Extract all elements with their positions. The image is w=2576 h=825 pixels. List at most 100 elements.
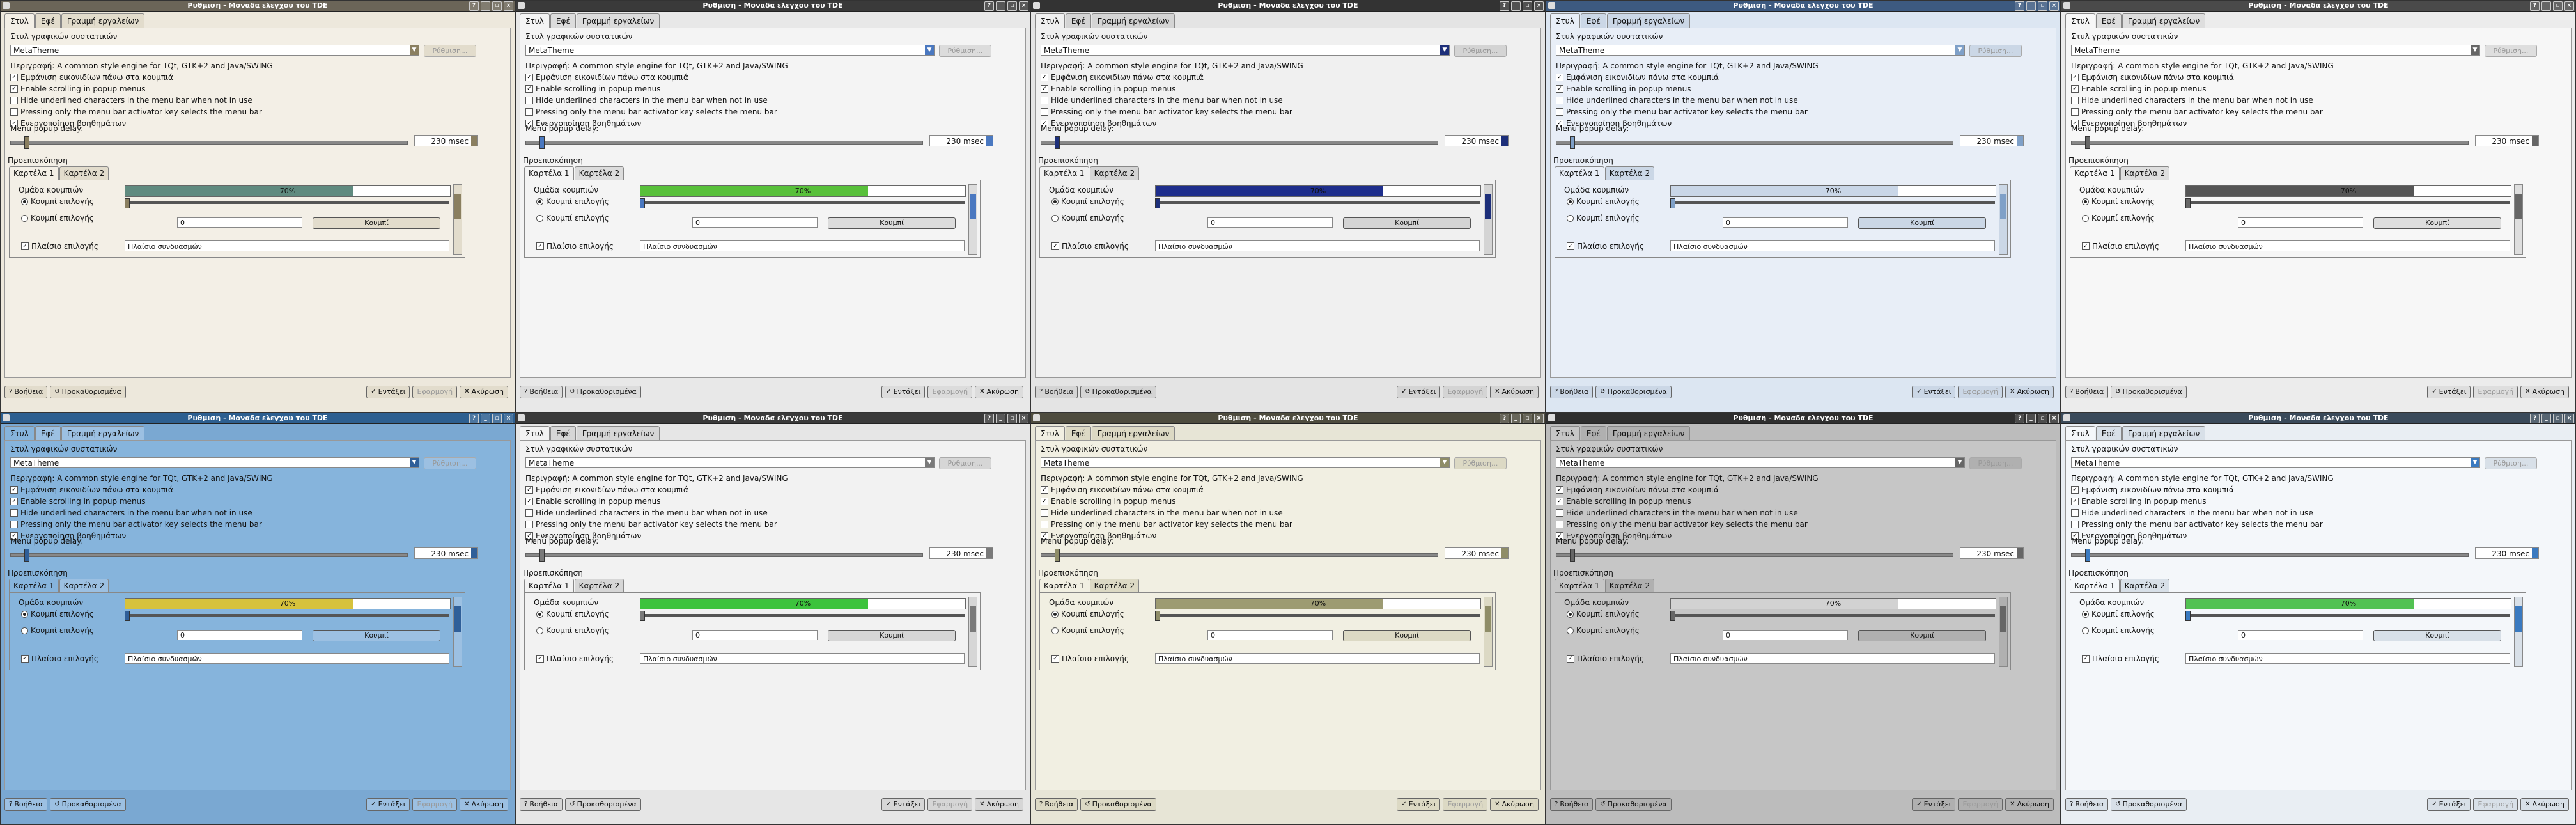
option-icons-on-buttons[interactable]: ✓ Εμφάνιση εικονιδίων πάνω στα κουμπιά	[10, 73, 173, 82]
tab-toolbar[interactable]: Γραμμή εργαλείων	[61, 13, 145, 28]
preview-button[interactable]: Κουμπί	[313, 217, 440, 229]
preview-slider[interactable]	[125, 201, 449, 204]
help-button[interactable]: ? Βοήθεια	[4, 798, 48, 811]
tab-style[interactable]: Στυλ	[1035, 13, 1065, 28]
preview-checkbox[interactable]: ✓ Πλαίσιο επιλογής	[536, 654, 614, 663]
option-icons-on-buttons[interactable]: ✓ Εμφάνιση εικονιδίων πάνω στα κουμπιά	[1556, 73, 1719, 82]
tab-toolbar[interactable]: Γραμμή εργαλείων	[1606, 13, 1691, 28]
spin-arrows-icon[interactable]	[1501, 136, 1508, 146]
configure-button[interactable]: Ρύθμιση...	[424, 45, 476, 57]
menu-delay-slider[interactable]	[2071, 553, 2469, 557]
tab-toolbar[interactable]: Γραμμή εργαλείων	[576, 13, 660, 28]
preview-radio-1[interactable]: Κουμπί επιλογής	[1567, 609, 1640, 618]
preview-slider[interactable]	[1155, 201, 1480, 204]
option-popup-scrolling[interactable]: ✓ Enable scrolling in popup menus	[2071, 497, 2207, 506]
preview-tab-1[interactable]: Καρτέλα 1	[1555, 579, 1604, 592]
tab-toolbar[interactable]: Γραμμή εργαλείων	[576, 426, 660, 441]
preview-slider[interactable]	[2185, 614, 2510, 617]
scrollbar-thumb[interactable]	[2515, 606, 2522, 632]
window-titlebar[interactable]: Ρυθμιση - Μοναδα ελεγχου του TDE ? _ ▫ ×	[2061, 1, 2575, 12]
preview-tab-2[interactable]: Καρτέλα 2	[2120, 166, 2170, 180]
preview-slider[interactable]	[640, 614, 965, 617]
option-hide-underlines[interactable]: Hide underlined characters in the menu b…	[1556, 96, 1798, 105]
tab-toolbar[interactable]: Γραμμή εργαλείων	[2122, 13, 2206, 28]
preview-radio-2[interactable]: Κουμπί επιλογής	[536, 626, 609, 635]
tab-effects[interactable]: Εφέ	[35, 426, 61, 441]
apply-button[interactable]: Εφαρμογή	[1958, 798, 2003, 811]
preview-slider-thumb[interactable]	[2185, 198, 2191, 208]
tab-effects[interactable]: Εφέ	[1580, 13, 1606, 28]
preview-tab-1[interactable]: Καρτέλα 1	[1555, 166, 1604, 180]
window-titlebar[interactable]: Ρυθμιση - Μοναδα ελεγχου του TDE ? _ ▫ ×	[516, 413, 1030, 424]
preview-spinbox[interactable]: 0	[2238, 630, 2363, 640]
option-popup-scrolling[interactable]: ✓ Enable scrolling in popup menus	[525, 84, 661, 93]
option-popup-scrolling[interactable]: ✓ Enable scrolling in popup menus	[10, 84, 146, 93]
preview-scrollbar[interactable]	[2514, 597, 2523, 667]
preview-checkbox[interactable]: ✓ Πλαίσιο επιλογής	[1567, 242, 1644, 251]
preview-combo[interactable]: Πλαίσιο συνδυασμών	[1155, 653, 1480, 664]
tab-style[interactable]: Στυλ	[4, 426, 35, 441]
tab-style[interactable]: Στυλ	[2065, 13, 2095, 28]
preview-radio-1[interactable]: Κουμπί επιλογής	[536, 609, 609, 618]
scrollbar-thumb[interactable]	[2000, 194, 2006, 219]
option-menubar-activator[interactable]: Pressing only the menu bar activator key…	[2071, 107, 2323, 116]
preview-button[interactable]: Κουμπί	[2373, 630, 2501, 641]
option-hide-underlines[interactable]: Hide underlined characters in the menu b…	[1556, 508, 1798, 517]
menu-delay-spinbox[interactable]: 230 msec	[1960, 547, 2024, 559]
option-menubar-activator[interactable]: Pressing only the menu bar activator key…	[525, 107, 777, 116]
preview-scrollbar[interactable]	[1484, 184, 1493, 255]
tab-style[interactable]: Στυλ	[520, 13, 550, 28]
scrollbar-thumb[interactable]	[1485, 194, 1491, 219]
preview-slider-thumb[interactable]	[1155, 198, 1160, 208]
close-icon[interactable]: ×	[2049, 414, 2059, 423]
cancel-button[interactable]: ✕ Ακύρωση	[1490, 386, 1539, 398]
preview-tab-1[interactable]: Καρτέλα 1	[1039, 166, 1089, 180]
preview-tab-1[interactable]: Καρτέλα 1	[2070, 166, 2120, 180]
apply-button[interactable]: Εφαρμογή	[1443, 798, 1488, 811]
preview-spinbox[interactable]: 0	[692, 217, 818, 228]
preview-tab-2[interactable]: Καρτέλα 2	[2120, 579, 2170, 592]
menu-delay-slider[interactable]	[1041, 141, 1438, 145]
option-icons-on-buttons[interactable]: ✓ Εμφάνιση εικονιδίων πάνω στα κουμπιά	[1041, 485, 1204, 494]
minimize-icon[interactable]: _	[481, 414, 490, 423]
defaults-button[interactable]: ↺ Προκαθορισμένα	[2111, 798, 2187, 811]
window-titlebar[interactable]: Ρυθμιση - Μοναδα ελεγχου του TDE ? _ ▫ ×	[516, 1, 1030, 12]
preview-tab-1[interactable]: Καρτέλα 1	[2070, 579, 2120, 592]
scrollbar-thumb[interactable]	[2515, 194, 2522, 219]
scrollbar-thumb[interactable]	[970, 194, 976, 219]
option-icons-on-buttons[interactable]: ✓ Εμφάνιση εικονιδίων πάνω στα κουμπιά	[2071, 485, 2234, 494]
close-icon[interactable]: ×	[1534, 414, 1544, 423]
option-menubar-activator[interactable]: Pressing only the menu bar activator key…	[1041, 107, 1292, 116]
style-combo[interactable]: MetaTheme ▼	[10, 45, 419, 56]
preview-radio-2[interactable]: Κουμπί επιλογής	[1051, 214, 1124, 223]
menu-delay-spinbox[interactable]: 230 msec	[2475, 547, 2539, 559]
scrollbar-thumb[interactable]	[454, 606, 461, 632]
window-titlebar[interactable]: Ρυθμιση - Μοναδα ελεγχου του TDE ? _ ▫ ×	[1031, 413, 1545, 424]
window-titlebar[interactable]: Ρυθμιση - Μοναδα ελεγχου του TDE ? _ ▫ ×	[1, 413, 515, 424]
preview-slider-thumb[interactable]	[640, 611, 645, 621]
help-button[interactable]: ? Βοήθεια	[1550, 798, 1594, 811]
window-titlebar[interactable]: Ρυθμιση - Μοναδα ελεγχου του TDE ? _ ▫ ×	[2061, 413, 2575, 424]
ok-button[interactable]: ✓ Εντάξει	[1912, 386, 1956, 398]
apply-button[interactable]: Εφαρμογή	[927, 798, 973, 811]
apply-button[interactable]: Εφαρμογή	[2473, 386, 2518, 398]
preview-combo[interactable]: Πλαίσιο συνδυασμών	[1670, 240, 1995, 251]
minimize-icon[interactable]: _	[996, 1, 1005, 11]
option-menubar-activator[interactable]: Pressing only the menu bar activator key…	[10, 107, 262, 116]
preview-radio-1[interactable]: Κουμπί επιλογής	[536, 197, 609, 206]
option-hide-underlines[interactable]: Hide underlined characters in the menu b…	[525, 508, 768, 517]
apply-button[interactable]: Εφαρμογή	[1958, 386, 2003, 398]
close-icon[interactable]: ×	[2564, 1, 2574, 11]
preview-slider-thumb[interactable]	[2185, 611, 2191, 621]
preview-combo[interactable]: Πλαίσιο συνδυασμών	[2185, 653, 2510, 664]
apply-button[interactable]: Εφαρμογή	[2473, 798, 2518, 811]
help-button[interactable]: ? Βοήθεια	[520, 386, 563, 398]
tab-effects[interactable]: Εφέ	[35, 13, 61, 28]
style-combo[interactable]: MetaTheme ▼	[1556, 45, 1965, 56]
preview-combo[interactable]: Πλαίσιο συνδυασμών	[1670, 653, 1995, 664]
preview-checkbox[interactable]: ✓ Πλαίσιο επιλογής	[2082, 242, 2159, 251]
preview-scrollbar[interactable]	[1484, 597, 1493, 667]
close-icon[interactable]: ×	[1019, 1, 1028, 11]
maximize-icon[interactable]: ▫	[492, 1, 502, 11]
minimize-icon[interactable]: _	[2026, 414, 2036, 423]
